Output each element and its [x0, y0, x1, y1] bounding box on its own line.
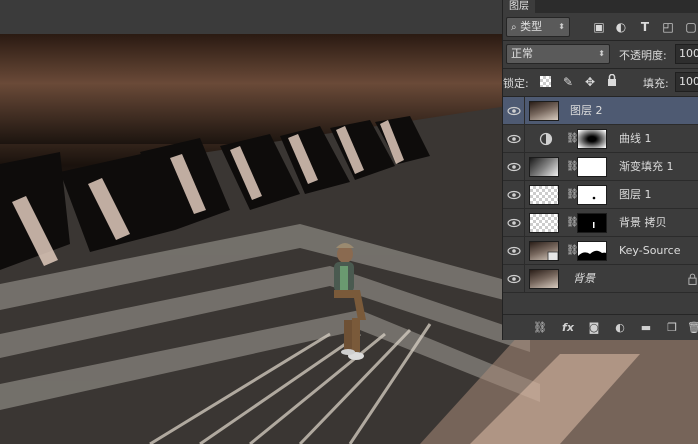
layer-name[interactable]: 渐变填充 1 — [619, 153, 674, 181]
chevron-updown-icon: ⬍ — [558, 22, 565, 31]
eye-icon — [507, 190, 521, 200]
eye-icon — [507, 106, 521, 116]
filter-kind-select[interactable]: ⌕ 类型 ⬍ — [506, 17, 570, 37]
new-layer-icon[interactable]: ❐ — [665, 321, 679, 335]
layer-mask-thumbnail[interactable] — [577, 185, 607, 205]
link-icon[interactable]: ⛓ — [566, 160, 579, 174]
opacity-input[interactable]: 100% — [675, 44, 698, 64]
delete-icon[interactable]: 🗑 — [687, 321, 698, 335]
layer-thumbnail[interactable] — [529, 101, 559, 121]
lock-all-icon[interactable] — [604, 73, 620, 90]
new-adjustment-icon[interactable]: ◐ — [613, 321, 627, 335]
eye-icon — [507, 134, 521, 144]
layers-panel: 图层 ⌕ 类型 ⬍ ▣ ◐ T ◰ ▢ 正常 ⬍ 不透明度: 100% 锁定: … — [502, 0, 698, 340]
lock-paint-icon[interactable]: ✎ — [560, 74, 576, 90]
layer-row[interactable]: ⛓ 渐变填充 1 — [503, 153, 698, 181]
eye-icon — [507, 162, 521, 172]
smart-object-filter-icon[interactable]: ▢ — [683, 19, 698, 35]
type-filter-icon[interactable]: T — [637, 19, 653, 35]
new-group-icon[interactable]: ▬ — [639, 321, 653, 335]
layer-name[interactable]: Key-Source — [619, 237, 681, 265]
layer-name[interactable]: 图层 2 — [570, 97, 603, 125]
fill-input[interactable]: 100% — [675, 72, 698, 92]
add-mask-icon[interactable]: ◙ — [587, 321, 601, 335]
shape-filter-icon[interactable]: ◰ — [660, 19, 676, 35]
layer-row[interactable]: 背景 — [503, 265, 698, 293]
layer-row[interactable]: ⛓ 背景 拷贝 — [503, 209, 698, 237]
layer-name[interactable]: 背景 — [573, 265, 595, 293]
layer-thumbnail[interactable] — [529, 185, 559, 205]
layer-row[interactable]: ⛓ 曲线 1 — [503, 125, 698, 153]
link-icon[interactable]: ⛓ — [566, 188, 579, 202]
blend-mode-value: 正常 — [511, 47, 533, 60]
layer-mask-thumbnail[interactable] — [577, 241, 607, 261]
adjustment-filter-icon[interactable]: ◐ — [613, 19, 629, 35]
link-layers-icon[interactable]: ⛓ — [533, 321, 547, 335]
link-icon[interactable]: ⛓ — [566, 244, 579, 258]
eye-icon — [507, 218, 521, 228]
layer-filter-row: ⌕ 类型 ⬍ ▣ ◐ T ◰ ▢ — [503, 13, 698, 40]
canvas-top-strip — [0, 0, 502, 34]
search-icon: ⌕ — [511, 22, 517, 33]
layer-mask-thumbnail[interactable] — [577, 129, 607, 149]
layer-name[interactable]: 图层 1 — [619, 181, 652, 209]
gradient-fill-thumbnail[interactable] — [529, 157, 559, 177]
visibility-toggle[interactable] — [503, 153, 525, 181]
lock-icon[interactable] — [688, 273, 697, 285]
image-filter-icon[interactable]: ▣ — [591, 19, 607, 35]
tab-layers[interactable]: 图层 — [503, 0, 535, 13]
link-icon[interactable]: ⛓ — [566, 132, 579, 146]
visibility-toggle[interactable] — [503, 265, 525, 293]
link-icon[interactable]: ⛓ — [566, 216, 579, 230]
layer-name[interactable]: 背景 拷贝 — [619, 209, 667, 237]
layer-name[interactable]: 曲线 1 — [619, 125, 652, 153]
visibility-toggle[interactable] — [503, 237, 525, 265]
blend-row: 正常 ⬍ 不透明度: 100% — [503, 40, 698, 67]
visibility-toggle[interactable] — [503, 181, 525, 209]
opacity-label: 不透明度: — [619, 49, 667, 62]
smart-object-thumbnail[interactable] — [529, 241, 559, 261]
layers-footer: ⛓ fx ◙ ◐ ▬ ❐ 🗑 — [503, 314, 698, 340]
layers-list: 图层 2 ⛓ 曲线 1 ⛓ 渐变填充 1 ⛓ 图层 1 ⛓ 背景 拷贝 ⛓ Ke… — [503, 97, 698, 293]
layer-row[interactable]: ⛓ 图层 1 — [503, 181, 698, 209]
layer-row[interactable]: ⛓ Key-Source — [503, 237, 698, 265]
visibility-toggle[interactable] — [503, 209, 525, 237]
eye-icon — [507, 274, 521, 284]
filter-kind-label: 类型 — [520, 20, 543, 33]
fx-icon[interactable]: fx — [561, 321, 575, 335]
panel-tabbar: 图层 — [503, 0, 698, 13]
layer-thumbnail[interactable] — [529, 269, 559, 289]
chevron-updown-icon: ⬍ — [598, 49, 605, 58]
visibility-toggle[interactable] — [503, 125, 525, 153]
curves-adjustment-icon[interactable] — [539, 132, 553, 146]
layer-row[interactable]: 图层 2 — [503, 97, 698, 125]
layer-thumbnail[interactable] — [529, 213, 559, 233]
eye-icon — [507, 246, 521, 256]
visibility-toggle[interactable] — [503, 97, 525, 125]
fill-label: 填充: — [643, 77, 669, 90]
lock-move-icon[interactable]: ✥ — [582, 74, 598, 90]
lock-label: 锁定: — [503, 77, 529, 90]
layer-mask-thumbnail[interactable] — [577, 157, 607, 177]
lock-transparency-icon[interactable] — [540, 76, 551, 87]
layer-mask-thumbnail[interactable] — [577, 213, 607, 233]
blend-mode-select[interactable]: 正常 ⬍ — [506, 44, 610, 64]
lock-row: 锁定: ✎ ✥ 填充: 100% — [503, 68, 698, 95]
